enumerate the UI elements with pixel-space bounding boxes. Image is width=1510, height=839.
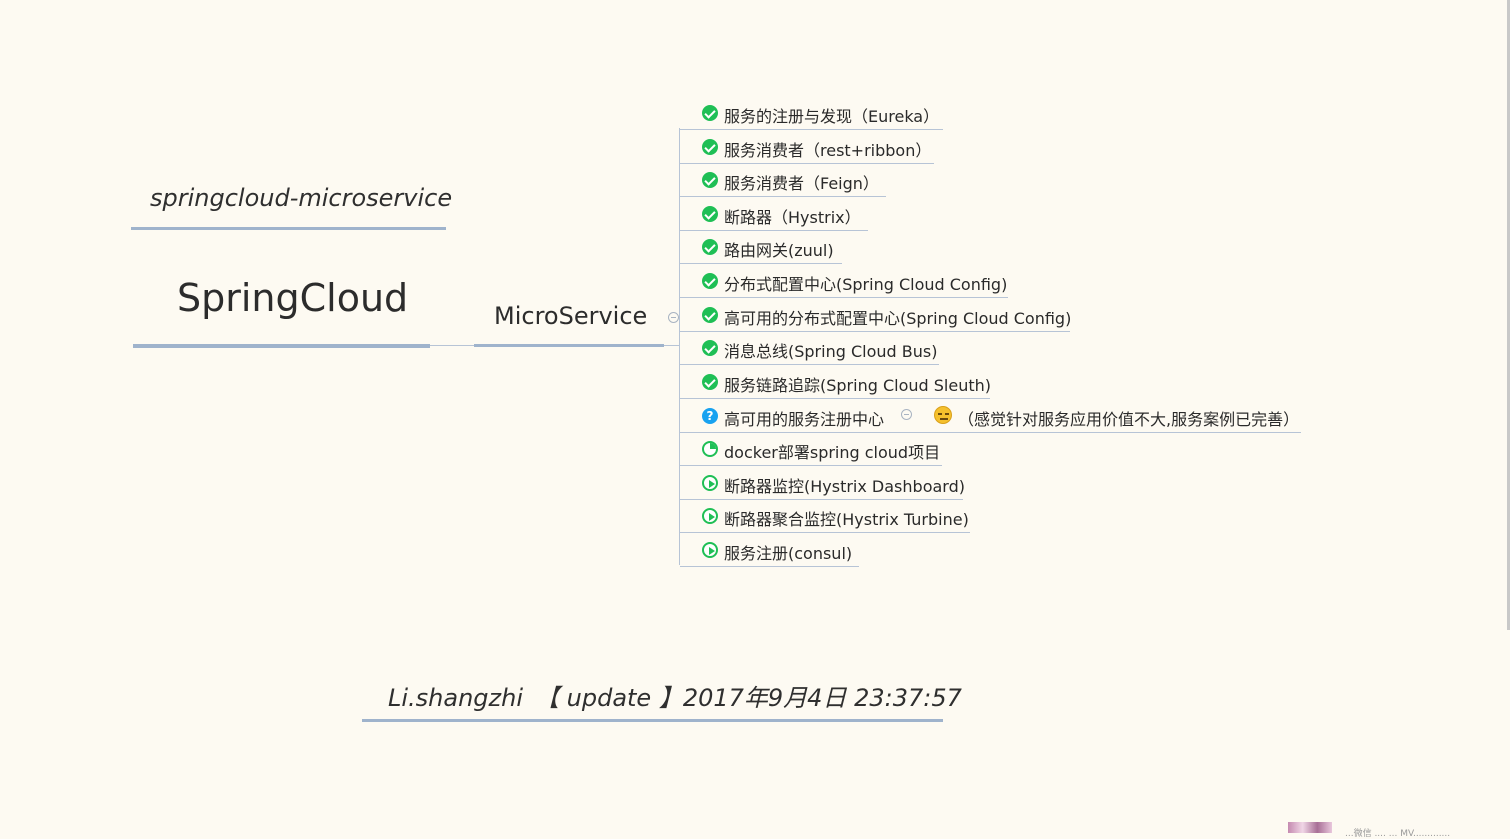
subtopic-underline [680,432,1301,433]
subtopic-label: 断路器（Hystrix） [724,208,861,227]
subtopic-underline [680,465,942,466]
subtopic-underline [680,196,886,197]
check-done-icon [702,206,718,222]
play-icon [702,508,718,524]
subtitle-underline [131,227,446,230]
subtopic-underline [680,163,934,164]
subtopic-label: 分布式配置中心(Spring Cloud Config) [724,275,1008,294]
check-done-icon [702,374,718,390]
subtopic-underline [680,398,990,399]
check-done-icon [702,105,718,121]
subtopic-note[interactable]: （感觉针对服务应用价值不大,服务案例已完善） [958,406,1299,430]
play-icon [702,475,718,491]
collapse-subtopic-icon[interactable] [901,409,912,420]
check-done-icon [702,307,718,323]
check-done-icon [702,340,718,356]
subtopic-underline [680,297,1008,298]
subtopic-underline [680,129,943,130]
subtopic-underline [680,331,1070,332]
subtopic-label: 高可用的分布式配置中心(Spring Cloud Config) [724,309,1072,328]
subtopic-label: 服务注册(consul) [724,544,853,563]
subtopic-label: docker部署spring cloud项目 [724,443,941,462]
subtopic-label: 服务消费者（Feign） [724,174,879,193]
subtopic-label: 高可用的服务注册中心 [724,410,885,429]
subtitle-topic[interactable]: springcloud-microservice [150,184,452,212]
branch-connector [664,345,680,346]
subtopic-label: 断路器监控(Hystrix Dashboard) [724,477,965,496]
check-done-icon [702,273,718,289]
root-underline [133,344,430,348]
check-done-icon [702,172,718,188]
footer-topic[interactable]: Li.shangzhi 【 update 】2017年9月4日 23:37:57 [388,678,962,713]
main-branch-underline [474,344,664,347]
subtopic-label: 消息总线(Spring Cloud Bus) [724,342,938,361]
subtopic-label: 服务的注册与发现（Eureka） [724,107,940,126]
footer-underline [362,719,943,722]
progress-partial-icon [702,441,718,457]
subtopic-underline [680,532,970,533]
root-connector [430,345,474,346]
question-icon: ? [702,408,718,424]
expressionless-face-icon [934,406,952,424]
collapse-branch-icon[interactable] [668,312,679,323]
check-done-icon [702,239,718,255]
thumbnail-image [1288,822,1332,833]
subtopic-underline [680,364,939,365]
subtopic-underline [680,566,859,567]
subtopic-underline [680,230,868,231]
subtopic-label: 服务消费者（rest+ribbon） [724,141,932,160]
subtopic-label: 路由网关(zuul) [724,241,834,260]
subtopic-underline [680,263,842,264]
check-done-icon [702,139,718,155]
subtopic-underline [680,499,963,500]
subtopic-label: 服务链路追踪(Spring Cloud Sleuth) [724,376,991,395]
play-icon [702,542,718,558]
root-topic[interactable]: SpringCloud [177,276,408,320]
subtopic-label: 断路器聚合监控(Hystrix Turbine) [724,510,969,529]
main-branch-topic[interactable]: MicroService [494,302,647,330]
